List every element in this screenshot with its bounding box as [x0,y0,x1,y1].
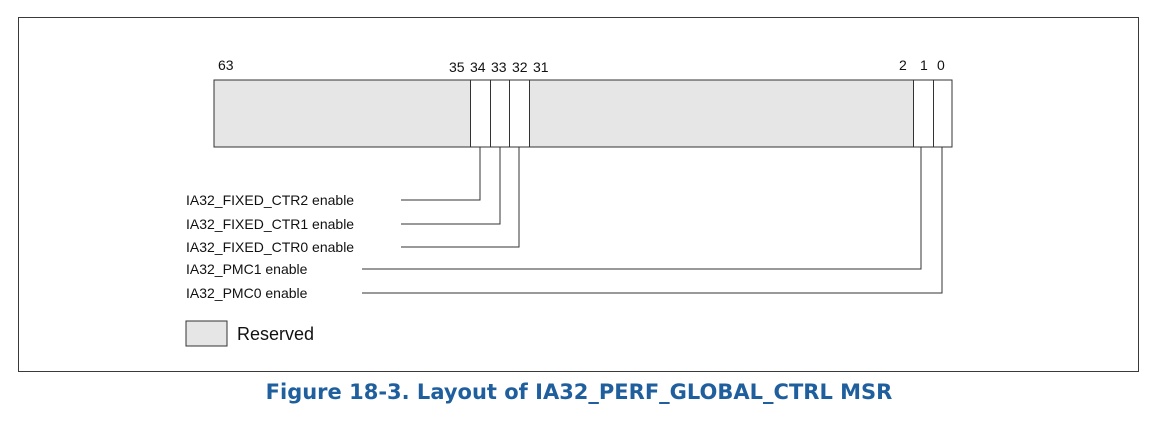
reserved-region-high [214,80,471,147]
bit-label-33: 33 [491,59,507,75]
bit-label-0: 0 [937,57,945,73]
bit-label-1: 1 [920,57,928,73]
bit-label-31: 31 [533,59,549,75]
field-label-fixed-ctr1: IA32_FIXED_CTR1 enable [186,216,354,232]
leader-fixed-ctr1 [401,147,501,225]
reserved-region-mid [530,80,913,147]
bit-label-2: 2 [899,57,907,73]
legend-reserved-label: Reserved [237,324,314,344]
bit-label-35: 35 [449,59,465,75]
bit-label-34: 34 [470,59,486,75]
figure-caption: Figure 18-3. Layout of IA32_PERF_GLOBAL_… [265,380,893,404]
field-label-pmc0: IA32_PMC0 enable [186,285,308,301]
leader-pmc0 [362,147,943,294]
legend-reserved-swatch [185,320,228,347]
leader-fixed-ctr0 [401,147,520,248]
field-label-fixed-ctr0: IA32_FIXED_CTR0 enable [186,239,354,255]
bit-label-32: 32 [512,59,528,75]
field-label-fixed-ctr2: IA32_FIXED_CTR2 enable [186,192,354,208]
bit-label-63: 63 [218,57,234,73]
leader-pmc1 [362,147,922,270]
register-diagram: 63 35 34 33 32 31 2 1 0 IA32_FIXED_CTR2 … [185,57,953,347]
leader-fixed-ctr2 [401,147,481,201]
field-label-pmc1: IA32_PMC1 enable [186,261,308,277]
